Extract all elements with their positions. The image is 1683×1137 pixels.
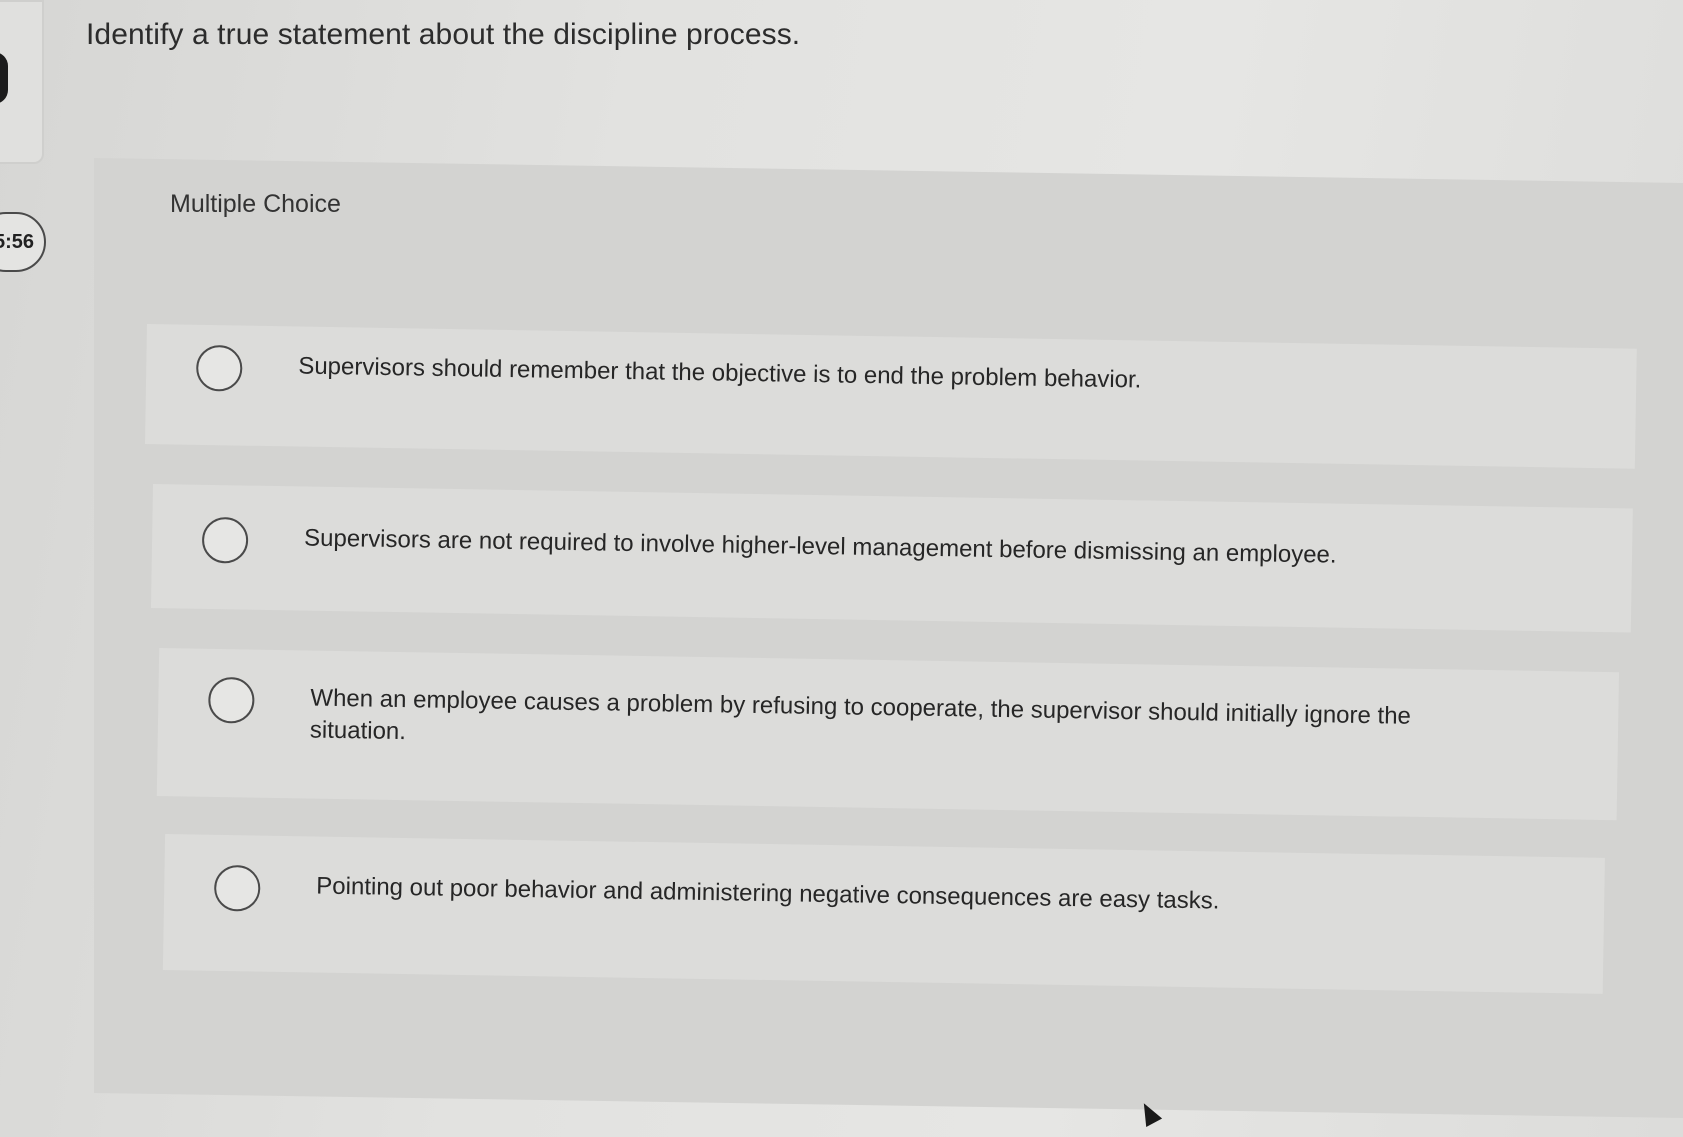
choice-text: When an employee causes a problem by ref… <box>309 684 1412 746</box>
choice-option-1[interactable]: Supervisors should remember that the obj… <box>145 324 1637 469</box>
choice-option-3[interactable]: When an employee causes a problem by ref… <box>156 648 1620 821</box>
radio-button[interactable] <box>207 676 255 724</box>
radio-button[interactable] <box>201 516 249 564</box>
radio-button[interactable] <box>213 864 261 912</box>
choice-list: Supervisors should remember that the obj… <box>0 0 1683 1137</box>
choice-option-2[interactable]: Supervisors are not required to involve … <box>150 484 1633 633</box>
choice-option-4[interactable]: Pointing out poor behavior and administe… <box>162 834 1605 994</box>
radio-button[interactable] <box>195 344 243 392</box>
choice-text: Pointing out poor behavior and administe… <box>316 872 1220 915</box>
choice-text: Supervisors are not required to involve … <box>303 524 1337 569</box>
choice-text: Supervisors should remember that the obj… <box>298 352 1142 394</box>
